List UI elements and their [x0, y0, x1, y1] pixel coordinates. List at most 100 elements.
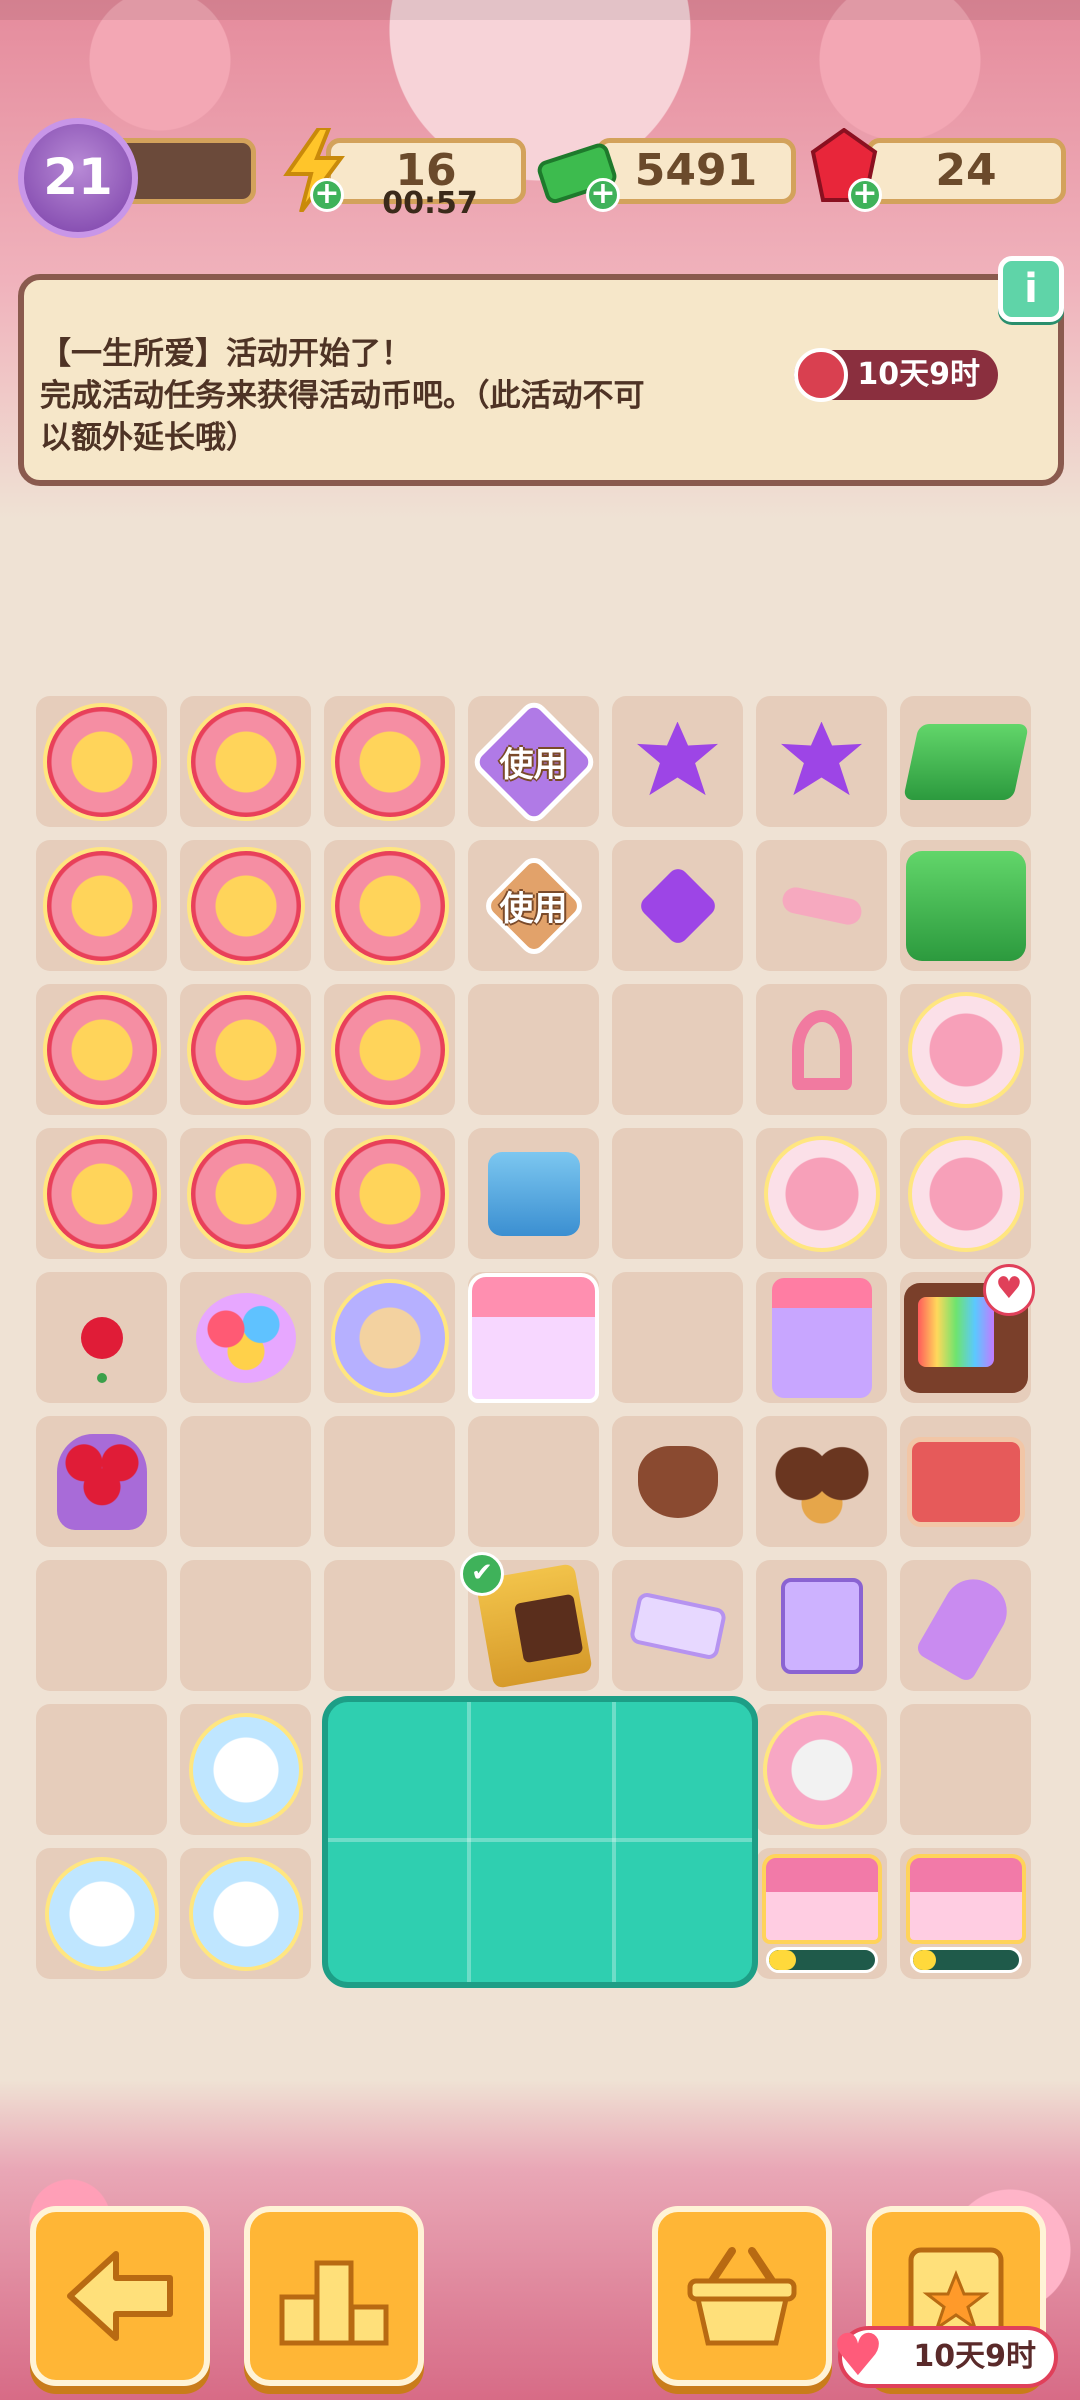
board-cell[interactable]	[180, 1128, 311, 1259]
board-cell[interactable]	[324, 1128, 455, 1259]
board-cell[interactable]	[324, 696, 455, 827]
board-cell-empty[interactable]	[324, 1416, 455, 1547]
board-cell[interactable]	[180, 696, 311, 827]
cash-stack-icon	[902, 723, 1029, 800]
board-cell[interactable]	[180, 1704, 311, 1835]
board-cell-empty[interactable]	[612, 1272, 743, 1403]
cash-value: 5491	[596, 138, 796, 204]
back-button[interactable]	[30, 2206, 210, 2386]
blue-gift-box-icon	[487, 1151, 580, 1236]
board-cell[interactable]	[324, 1272, 455, 1403]
board-cell[interactable]	[180, 1848, 311, 1979]
board-cell[interactable]	[900, 984, 1031, 1115]
diary-icon	[780, 1577, 863, 1674]
board-cell[interactable]	[756, 1704, 887, 1835]
arrow-left-icon	[67, 2251, 173, 2341]
board-cell[interactable]: 使用	[468, 840, 599, 971]
board-cell[interactable]	[756, 1416, 887, 1547]
board-cell[interactable]	[324, 840, 455, 971]
board-cell[interactable]	[612, 1560, 743, 1691]
board-cell[interactable]	[36, 840, 167, 971]
leaderboard-button[interactable]	[244, 2206, 424, 2386]
board-cell[interactable]	[756, 696, 887, 827]
board-cell-empty[interactable]	[180, 1416, 311, 1547]
board-cell[interactable]	[36, 1416, 167, 1547]
board-cell[interactable]	[324, 984, 455, 1115]
board-cell[interactable]: ♥	[900, 1264, 1035, 1403]
board-cell[interactable]	[756, 1272, 887, 1403]
cake-shop-icon	[468, 1272, 599, 1403]
board-cell[interactable]	[180, 1272, 311, 1403]
board-cell-empty[interactable]	[36, 1704, 167, 1835]
board-cell[interactable]: 使用	[468, 696, 599, 827]
board-cell[interactable]	[36, 1848, 167, 1979]
board-cell[interactable]	[612, 696, 743, 827]
board-cell[interactable]	[900, 1128, 1031, 1259]
board-cell[interactable]	[756, 1560, 887, 1691]
board-cell[interactable]: ✔	[460, 1552, 599, 1691]
board-cell[interactable]	[756, 840, 887, 971]
board-cell[interactable]	[36, 696, 167, 827]
gem-value: 24	[866, 138, 1066, 204]
banner-line-1: 【一生所爱】活动开始了！	[40, 336, 412, 372]
energy-timer: 00:57	[382, 186, 478, 221]
duck-box-icon	[186, 990, 305, 1109]
board-cell-empty[interactable]	[36, 1560, 167, 1691]
pink-ribbon-loop-icon	[791, 1009, 852, 1090]
banner-line-2: 完成活动任务来获得活动币吧。（此活动不可	[40, 378, 645, 414]
board-cell[interactable]	[900, 1560, 1031, 1691]
duck-box-icon	[330, 990, 449, 1109]
clock-icon	[794, 348, 848, 402]
info-button[interactable]: i	[998, 256, 1064, 322]
duck-box-icon	[330, 702, 449, 821]
duck-box-icon	[42, 990, 161, 1109]
board-cell[interactable]	[900, 840, 1031, 971]
shop-basket-button[interactable]	[652, 2206, 832, 2386]
heart-tag-icon	[913, 1567, 1018, 1684]
board-cell-empty[interactable]	[180, 1560, 311, 1691]
board-cell-empty[interactable]	[468, 1416, 599, 1547]
rose-icon	[80, 1316, 123, 1359]
board-cell-empty[interactable]	[612, 1128, 743, 1259]
board-cell[interactable]	[756, 1128, 887, 1259]
board-cell[interactable]	[36, 1272, 167, 1403]
podium-icon	[279, 2260, 389, 2346]
board-cell[interactable]	[612, 1416, 743, 1547]
board-cell-empty[interactable]	[900, 1704, 1031, 1835]
chest-progress-bar	[766, 1947, 878, 1973]
board-cell[interactable]	[468, 1128, 599, 1259]
board-cell[interactable]	[180, 840, 311, 971]
chocolate-heart-icon	[637, 1445, 718, 1518]
board-cell[interactable]	[900, 1416, 1031, 1547]
gem-counter[interactable]: + 24	[810, 128, 1066, 212]
duck-box-icon	[186, 846, 305, 965]
cash-plus-icon[interactable]: +	[586, 178, 620, 212]
board-cell[interactable]	[468, 1272, 599, 1403]
board-cell-empty[interactable]	[468, 984, 599, 1115]
energy-plus-icon[interactable]: +	[310, 178, 344, 212]
chocolates-icon	[771, 1439, 872, 1524]
level-badge[interactable]: 21	[18, 118, 138, 238]
board-cell-empty[interactable]	[612, 984, 743, 1115]
teal-storage-bag[interactable]	[322, 1696, 758, 1988]
chest-progress-bar	[910, 1947, 1022, 1973]
gift-bubble-icon	[907, 1135, 1024, 1252]
board-cell[interactable]	[756, 984, 887, 1115]
cash-counter[interactable]: + 5491	[537, 138, 796, 212]
gem-plus-icon[interactable]: +	[848, 178, 882, 212]
board-cell[interactable]	[612, 840, 743, 971]
board-cell[interactable]	[36, 1128, 167, 1259]
board-cell[interactable]	[900, 696, 1031, 827]
gift-bubble-icon	[907, 991, 1024, 1108]
board-cell[interactable]	[180, 984, 311, 1115]
board-cell-empty[interactable]	[324, 1560, 455, 1691]
board-cell[interactable]	[36, 984, 167, 1115]
duck-box-icon	[42, 1134, 161, 1253]
claw-machine-icon	[771, 1277, 872, 1398]
board-cell[interactable]	[756, 1848, 887, 1979]
flower-bouquet-icon	[195, 1292, 296, 1383]
cash-pile-icon	[905, 850, 1026, 961]
love-letter-bubble-icon	[188, 1856, 303, 1971]
purple-star-icon	[781, 721, 862, 796]
board-cell[interactable]	[900, 1848, 1031, 1979]
